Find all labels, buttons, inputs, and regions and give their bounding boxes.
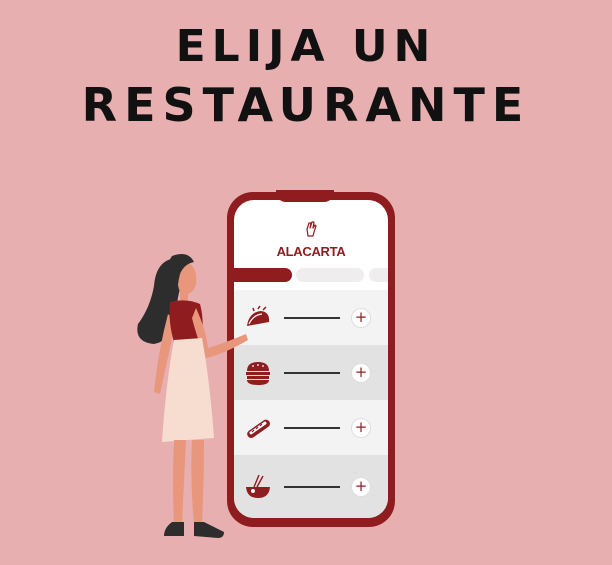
menu-item-placeholder-line [284, 371, 340, 374]
headline-line-2: RESTAURANTE [81, 78, 531, 132]
headline: ELIJA UN RESTAURANTE [0, 18, 612, 134]
add-button[interactable]: + [352, 363, 370, 382]
menu-item-placeholder-line [284, 426, 340, 429]
menu-item-placeholder-line [284, 485, 340, 488]
menu-item-placeholder-line [284, 316, 340, 319]
tab-3[interactable] [369, 268, 388, 282]
add-button[interactable]: + [352, 418, 370, 437]
add-button[interactable]: + [352, 477, 370, 496]
hand-sign-icon [234, 220, 388, 242]
add-button[interactable]: + [352, 308, 370, 327]
woman-illustration [137, 254, 248, 538]
headline-line-1: ELIJA UN [175, 21, 437, 72]
phone-notch [276, 190, 334, 202]
tab-2[interactable] [296, 268, 364, 282]
